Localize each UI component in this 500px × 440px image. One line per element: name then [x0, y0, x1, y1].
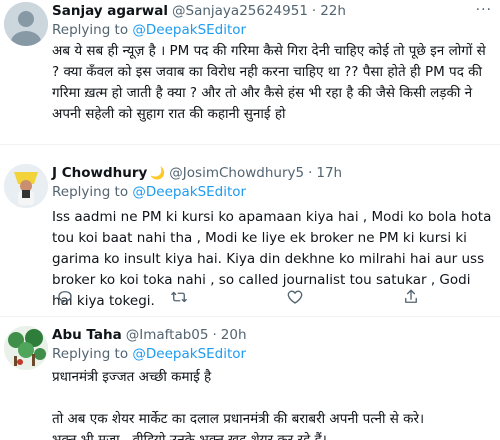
tweet-abutaha[interactable]: Abu Taha @Imaftab05 · 20h Replying to @D… [0, 320, 500, 440]
tweet-text-line: प्रधानमंत्री इज्जत अच्छी कमाई है [52, 369, 212, 385]
mention-link[interactable]: @DeepakSEditor [132, 184, 246, 200]
share-icon[interactable] [402, 288, 420, 306]
reply-icon[interactable] [56, 288, 74, 306]
tweet-header: Abu Taha @Imaftab05 · 20h [52, 326, 492, 344]
tweet-header: Sanjay agarwal @Sanjaya25624951 · 22h [52, 2, 492, 20]
divider [0, 144, 500, 145]
timestamp[interactable]: 20h [221, 326, 247, 344]
profile-photo-icon [4, 326, 48, 370]
replying-prefix: Replying to [52, 346, 133, 362]
tweet-jchowdhury[interactable]: J Chowdhury 🌙 @JosimChowdhury5 · 17h Rep… [0, 158, 500, 309]
tweet-text: प्रधानमंत्री इज्जत अच्छी कमाई है तो अब ए… [52, 367, 492, 440]
tweet-text-line: तो अब एक शेयर मार्केट का दलाल प्रधानमंत्… [52, 411, 425, 427]
profile-photo-icon [4, 164, 48, 208]
replying-to: Replying to @DeepakSEditor [52, 345, 492, 363]
replying-prefix: Replying to [52, 22, 133, 38]
mention-link[interactable]: @DeepakSEditor [132, 346, 246, 362]
default-avatar-icon [4, 2, 48, 46]
tweet-header: J Chowdhury 🌙 @JosimChowdhury5 · 17h [52, 164, 492, 182]
avatar-abutaha[interactable] [4, 326, 48, 370]
retweet-icon[interactable] [170, 288, 188, 306]
separator-dot: · [308, 165, 313, 181]
user-handle[interactable]: @JosimChowdhury5 [169, 164, 304, 182]
avatar-default[interactable] [4, 2, 48, 46]
replying-prefix: Replying to [52, 184, 133, 200]
user-handle[interactable]: @Imaftab05 [126, 326, 209, 344]
mention-link[interactable]: @DeepakSEditor [132, 22, 246, 38]
separator-dot: · [212, 327, 217, 343]
tweet-text: अब ये सब ही न्यूज़ है । PM पद की गरिमा क… [52, 43, 486, 122]
tweet-text-line: भक्त भी मजा,,,वीडियो उनके भक्त खुद शेयर … [52, 432, 327, 440]
replying-to: Replying to @DeepakSEditor [52, 21, 492, 39]
replying-to: Replying to @DeepakSEditor [52, 183, 492, 201]
display-name[interactable]: Sanjay agarwal [52, 2, 168, 20]
like-icon[interactable] [286, 288, 304, 306]
divider [0, 316, 500, 317]
moon-icon: 🌙 [150, 166, 166, 180]
timestamp[interactable]: 17h [316, 164, 342, 182]
display-name[interactable]: Abu Taha [52, 326, 122, 344]
timestamp[interactable]: 22h [320, 2, 346, 20]
tweet-actions [52, 288, 492, 308]
tweet-sanjay[interactable]: Sanjay agarwal @Sanjaya25624951 · 22h ··… [0, 0, 500, 140]
separator-dot: · [311, 3, 317, 19]
user-handle[interactable]: @Sanjaya25624951 [172, 2, 308, 20]
display-name[interactable]: J Chowdhury [52, 164, 147, 182]
more-icon[interactable]: ··· [476, 2, 492, 18]
avatar-jchowdhury[interactable] [4, 164, 48, 208]
